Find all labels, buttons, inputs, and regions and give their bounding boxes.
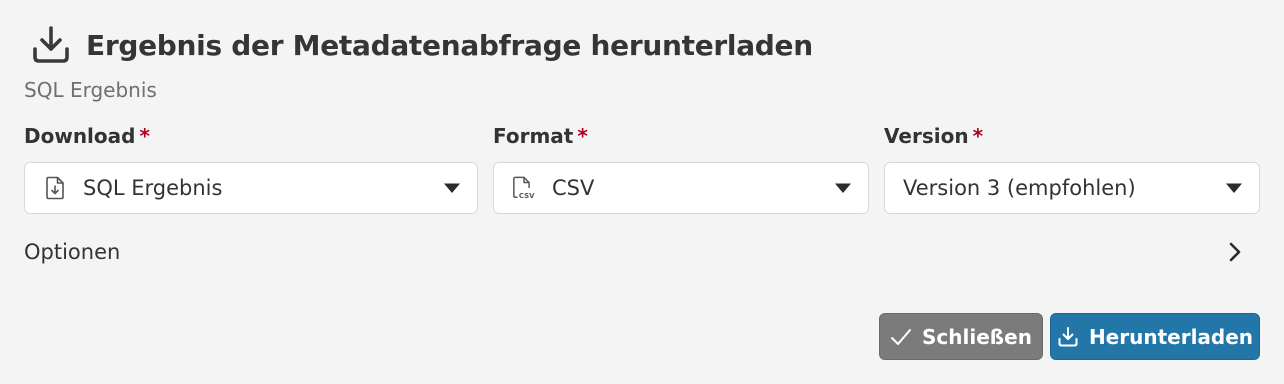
format-select-value: CSV bbox=[552, 176, 595, 200]
download-select-value: SQL Ergebnis bbox=[83, 176, 223, 200]
csv-file-icon: CSV bbox=[512, 175, 536, 201]
version-select-value: Version 3 (empfohlen) bbox=[903, 176, 1136, 200]
required-marker: * bbox=[972, 124, 984, 148]
options-label: Optionen bbox=[24, 240, 121, 264]
download-select[interactable]: SQL Ergebnis bbox=[24, 162, 478, 214]
dialog-subtitle: SQL Ergebnis bbox=[24, 78, 157, 102]
download-dialog: Ergebnis der Metadatenabfrage herunterla… bbox=[0, 0, 1284, 384]
format-field-label: Format * bbox=[493, 124, 588, 148]
download-icon bbox=[30, 24, 72, 66]
download-label-text: Download bbox=[24, 124, 136, 148]
version-field-label: Version * bbox=[884, 124, 983, 148]
options-expander[interactable]: Optionen bbox=[24, 232, 1242, 272]
download-button-label: Herunterladen bbox=[1088, 324, 1254, 349]
caret-down-icon bbox=[1226, 183, 1242, 193]
format-select[interactable]: CSV CSV bbox=[493, 162, 869, 214]
download-icon bbox=[1057, 326, 1079, 348]
format-label-text: Format bbox=[493, 124, 574, 148]
download-button[interactable]: Herunterladen bbox=[1050, 313, 1260, 360]
dialog-header: Ergebnis der Metadatenabfrage herunterla… bbox=[30, 22, 813, 68]
version-label-text: Version bbox=[884, 124, 969, 148]
checkmark-icon bbox=[890, 326, 912, 348]
chevron-right-icon bbox=[1229, 242, 1241, 262]
svg-text:CSV: CSV bbox=[519, 192, 535, 200]
caret-down-icon bbox=[444, 183, 460, 193]
close-button-label: Schließen bbox=[922, 324, 1032, 349]
required-marker: * bbox=[577, 124, 588, 148]
version-select[interactable]: Version 3 (empfohlen) bbox=[884, 162, 1260, 214]
dialog-title: Ergebnis der Metadatenabfrage herunterla… bbox=[86, 28, 813, 62]
file-download-icon bbox=[43, 175, 67, 201]
download-field-label: Download * bbox=[24, 124, 150, 148]
caret-down-icon bbox=[835, 183, 851, 193]
close-button[interactable]: Schließen bbox=[879, 313, 1043, 360]
required-marker: * bbox=[139, 124, 150, 148]
